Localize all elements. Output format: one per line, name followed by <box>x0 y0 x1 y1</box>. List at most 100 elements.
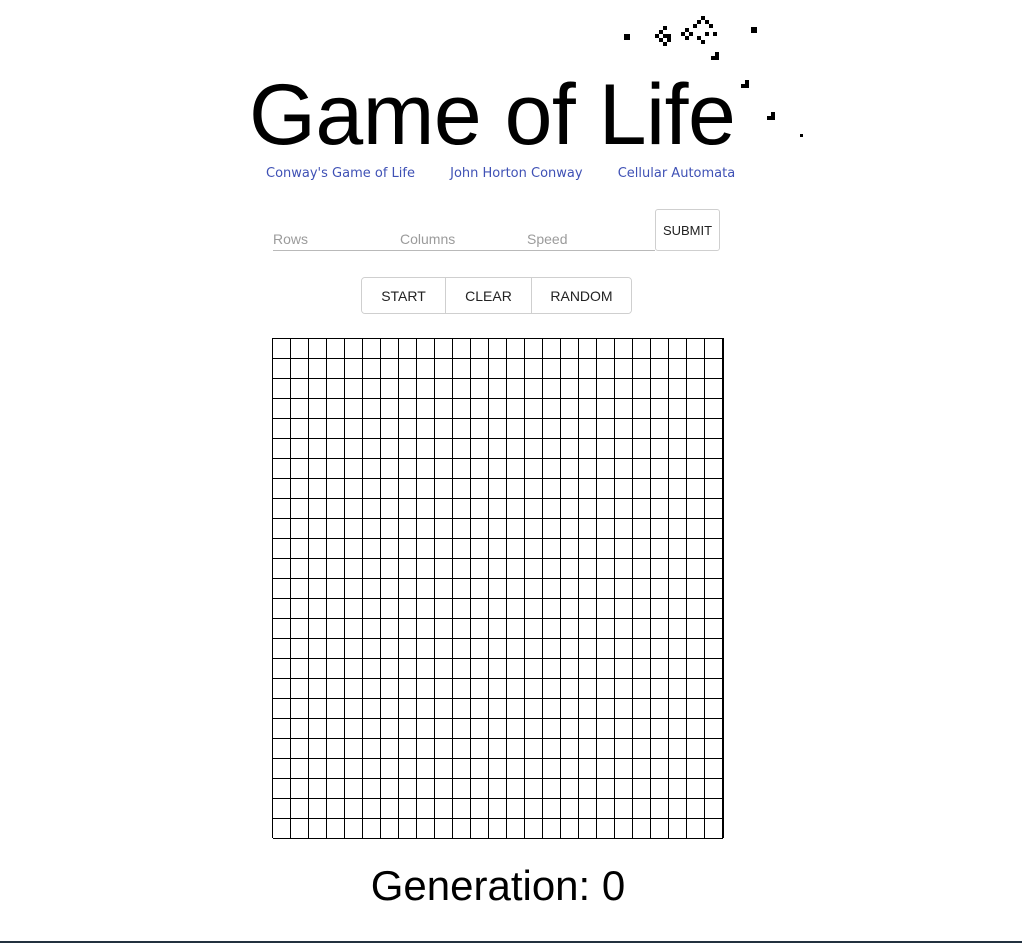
board-cell[interactable] <box>687 379 705 399</box>
board-cell[interactable] <box>705 779 723 799</box>
board-cell[interactable] <box>687 459 705 479</box>
board-cell[interactable] <box>309 479 327 499</box>
board-cell[interactable] <box>345 379 363 399</box>
board-cell[interactable] <box>381 819 399 839</box>
board-cell[interactable] <box>543 459 561 479</box>
board-cell[interactable] <box>561 419 579 439</box>
board-cell[interactable] <box>705 639 723 659</box>
board-cell[interactable] <box>309 659 327 679</box>
board-cell[interactable] <box>345 779 363 799</box>
board-cell[interactable] <box>651 819 669 839</box>
board-cell[interactable] <box>291 499 309 519</box>
board-cell[interactable] <box>507 739 525 759</box>
board-cell[interactable] <box>453 699 471 719</box>
board-cell[interactable] <box>615 719 633 739</box>
board-cell[interactable] <box>399 819 417 839</box>
board-cell[interactable] <box>363 379 381 399</box>
board-cell[interactable] <box>687 639 705 659</box>
board-cell[interactable] <box>291 419 309 439</box>
board-cell[interactable] <box>363 439 381 459</box>
board-cell[interactable] <box>435 479 453 499</box>
board-cell[interactable] <box>291 459 309 479</box>
board-cell[interactable] <box>435 559 453 579</box>
board-cell[interactable] <box>363 639 381 659</box>
board-cell[interactable] <box>291 759 309 779</box>
board-cell[interactable] <box>327 599 345 619</box>
board-cell[interactable] <box>597 619 615 639</box>
board-cell[interactable] <box>687 419 705 439</box>
board-cell[interactable] <box>453 419 471 439</box>
clear-button[interactable]: CLEAR <box>445 278 531 313</box>
board-cell[interactable] <box>417 479 435 499</box>
board-cell[interactable] <box>327 359 345 379</box>
board-cell[interactable] <box>633 339 651 359</box>
board-cell[interactable] <box>453 739 471 759</box>
board-cell[interactable] <box>453 479 471 499</box>
board-cell[interactable] <box>615 539 633 559</box>
board-cell[interactable] <box>471 639 489 659</box>
board-cell[interactable] <box>489 639 507 659</box>
board-cell[interactable] <box>651 539 669 559</box>
board-cell[interactable] <box>399 639 417 659</box>
board-cell[interactable] <box>687 479 705 499</box>
board-cell[interactable] <box>327 699 345 719</box>
board-cell[interactable] <box>579 419 597 439</box>
board-cell[interactable] <box>309 559 327 579</box>
board-cell[interactable] <box>345 559 363 579</box>
board-cell[interactable] <box>435 639 453 659</box>
board-cell[interactable] <box>273 359 291 379</box>
board-cell[interactable] <box>435 659 453 679</box>
board-cell[interactable] <box>579 819 597 839</box>
board-cell[interactable] <box>669 359 687 379</box>
board-cell[interactable] <box>651 579 669 599</box>
board-cell[interactable] <box>543 679 561 699</box>
board-cell[interactable] <box>633 799 651 819</box>
board-cell[interactable] <box>399 619 417 639</box>
board-cell[interactable] <box>273 439 291 459</box>
board-cell[interactable] <box>633 659 651 679</box>
board-cell[interactable] <box>309 779 327 799</box>
board-cell[interactable] <box>633 739 651 759</box>
board-cell[interactable] <box>327 439 345 459</box>
board-cell[interactable] <box>561 379 579 399</box>
board-cell[interactable] <box>615 399 633 419</box>
board-cell[interactable] <box>597 519 615 539</box>
board-cell[interactable] <box>309 619 327 639</box>
board-cell[interactable] <box>543 359 561 379</box>
board-cell[interactable] <box>687 659 705 679</box>
board-cell[interactable] <box>669 559 687 579</box>
board-cell[interactable] <box>579 559 597 579</box>
board-cell[interactable] <box>597 579 615 599</box>
board-cell[interactable] <box>687 739 705 759</box>
board-cell[interactable] <box>309 339 327 359</box>
board-cell[interactable] <box>471 619 489 639</box>
board-cell[interactable] <box>453 759 471 779</box>
board-cell[interactable] <box>453 639 471 659</box>
board-cell[interactable] <box>291 719 309 739</box>
board-cell[interactable] <box>435 459 453 479</box>
board-cell[interactable] <box>561 779 579 799</box>
board-cell[interactable] <box>597 559 615 579</box>
board-cell[interactable] <box>453 799 471 819</box>
board-cell[interactable] <box>291 399 309 419</box>
board-cell[interactable] <box>471 819 489 839</box>
board-cell[interactable] <box>525 639 543 659</box>
board-cell[interactable] <box>597 759 615 779</box>
board-cell[interactable] <box>579 399 597 419</box>
board-cell[interactable] <box>705 559 723 579</box>
board-cell[interactable] <box>273 519 291 539</box>
board-cell[interactable] <box>597 399 615 419</box>
board-cell[interactable] <box>633 699 651 719</box>
board-cell[interactable] <box>651 379 669 399</box>
board-cell[interactable] <box>543 659 561 679</box>
board-cell[interactable] <box>327 719 345 739</box>
board-cell[interactable] <box>615 479 633 499</box>
board-cell[interactable] <box>633 459 651 479</box>
board-cell[interactable] <box>327 459 345 479</box>
board-cell[interactable] <box>471 679 489 699</box>
board-cell[interactable] <box>543 719 561 739</box>
board-cell[interactable] <box>309 459 327 479</box>
board-cell[interactable] <box>687 399 705 419</box>
board-cell[interactable] <box>597 819 615 839</box>
board-cell[interactable] <box>471 779 489 799</box>
